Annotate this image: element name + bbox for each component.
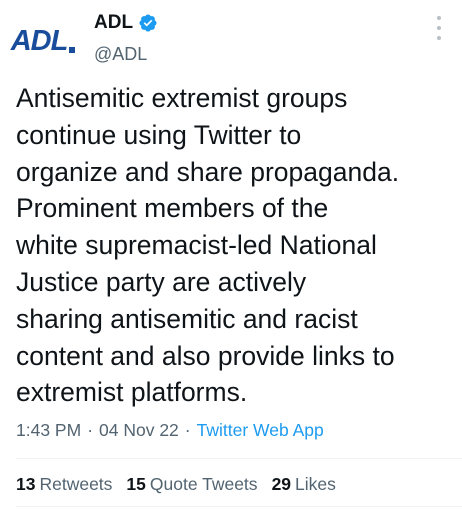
retweets-count: 13 — [16, 474, 36, 494]
tweet-stats: 13 Retweets 15 Quote Tweets 29 Likes — [16, 474, 350, 495]
logo-text: ADL — [10, 24, 69, 57]
verified-badge-icon — [139, 14, 157, 32]
retweets-stat[interactable]: 13 Retweets — [16, 474, 112, 495]
likes-stat[interactable]: 29 Likes — [272, 474, 336, 495]
display-name[interactable]: ADL — [94, 12, 133, 34]
divider — [16, 506, 462, 507]
quote-tweets-count: 15 — [126, 474, 146, 494]
tweet-date[interactable]: 04 Nov 22 — [99, 420, 179, 441]
tweet: ADL ADL @ADL Antisemitic extremist group… — [0, 0, 462, 512]
separator: · — [87, 420, 94, 440]
handle[interactable]: @ADL — [94, 44, 147, 65]
divider — [16, 458, 462, 459]
logo-dot — [69, 46, 76, 53]
quote-tweets-label: Quote Tweets — [149, 474, 258, 494]
separator: · — [184, 420, 191, 440]
tweet-time[interactable]: 1:43 PM — [16, 420, 81, 441]
tweet-text: Antisemitic extremist groups continue us… — [16, 83, 400, 408]
adl-logo: ADL — [11, 25, 76, 58]
quote-tweets-stat[interactable]: 15 Quote Tweets — [126, 474, 257, 495]
retweets-label: Retweets — [39, 474, 113, 494]
more-options-icon[interactable] — [434, 16, 444, 40]
tweet-meta: 1:43 PM · 04 Nov 22 · Twitter Web App — [16, 420, 324, 441]
tweet-source-link[interactable]: Twitter Web App — [197, 420, 324, 441]
name-row: ADL — [94, 12, 158, 34]
likes-count: 29 — [271, 474, 292, 494]
likes-label: Likes — [295, 474, 336, 494]
tweet-header: ADL ADL @ADL — [0, 0, 462, 80]
more-dot — [437, 26, 441, 30]
more-dot — [437, 36, 441, 40]
avatar[interactable]: ADL — [6, 8, 80, 74]
more-dot — [437, 16, 441, 20]
